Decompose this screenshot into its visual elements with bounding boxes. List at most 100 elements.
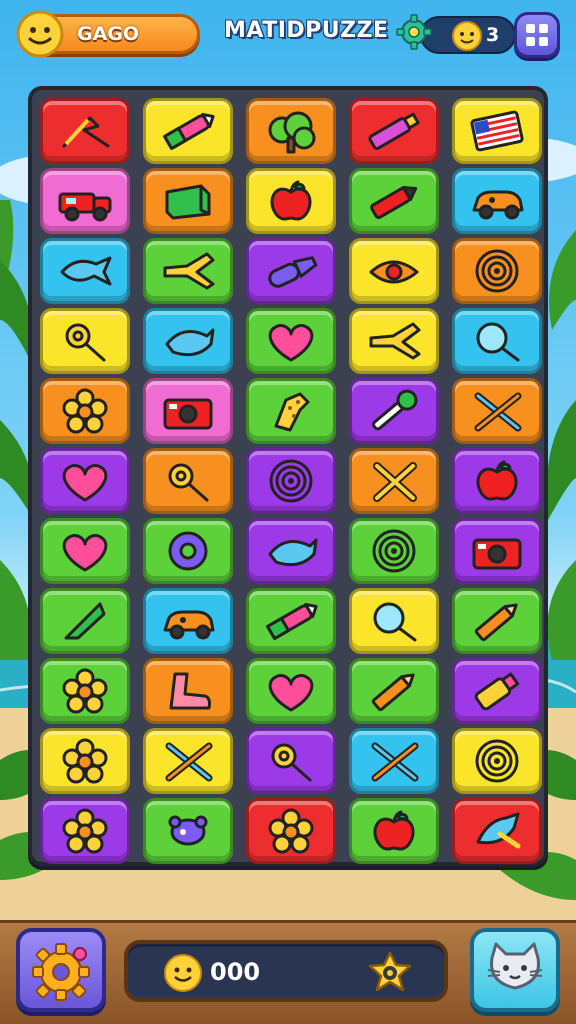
tile-r8-c2[interactable] [143,588,233,654]
lollipop-icon [271,743,312,782]
game-title: MATIDPUZZE [224,18,389,43]
tile-r7-c2[interactable] [143,518,233,584]
tile-r2-c4[interactable] [349,168,439,234]
tile-r4-c2[interactable] [143,308,233,374]
spiral-icon [475,249,519,293]
plane-icon [163,252,215,290]
cross-tools-icon [474,392,522,432]
tile-r2-c3[interactable] [246,168,336,234]
star-badge-icon[interactable] [366,950,414,996]
menu-button[interactable] [514,12,560,58]
tile-r3-c2[interactable] [143,238,233,304]
tree-icon [268,111,316,154]
score-panel: 000 [124,940,448,1002]
tile-r1-c1[interactable] [40,98,130,164]
tile-r10-c4[interactable] [349,728,439,794]
tile-r1-c4[interactable] [349,98,439,164]
coin-face-icon [452,21,482,51]
tile-r1-c3[interactable] [246,98,336,164]
tile-r6-c1[interactable] [40,448,130,514]
apple-icon [373,810,415,851]
tile-r6-c2[interactable] [143,448,233,514]
tile-r10-c1[interactable] [40,728,130,794]
tile-r10-c3[interactable] [246,728,336,794]
paintbrush-icon [372,389,418,431]
player-profile[interactable]: GAGO [16,10,200,58]
tile-r6-c4[interactable] [349,448,439,514]
pencil-icon [371,673,415,712]
tile-r4-c5[interactable] [452,308,542,374]
glue-icon [474,672,520,711]
cross-tools-icon [371,742,419,782]
tile-r2-c5[interactable] [452,168,542,234]
gear-icon[interactable] [396,14,432,50]
tile-r8-c4[interactable] [349,588,439,654]
tile-r5-c2[interactable] [143,378,233,444]
tile-r9-c2[interactable] [143,658,233,724]
cat-button[interactable] [470,928,560,1012]
tile-r7-c4[interactable] [349,518,439,584]
tile-r9-c5[interactable] [452,658,542,724]
score-value: 000 [210,958,261,986]
tile-r11-c3[interactable] [246,798,336,864]
magnifier-icon [373,602,417,642]
tile-r5-c3[interactable] [246,378,336,444]
flower-icon [62,668,108,714]
tile-r9-c4[interactable] [349,658,439,724]
boomerang-icon [62,116,110,148]
tile-r11-c2[interactable] [143,798,233,864]
fish-icon [60,256,112,286]
tile-r9-c1[interactable] [40,658,130,724]
flag-book-icon [470,110,524,152]
tile-r6-c3[interactable] [246,448,336,514]
flower-icon [62,738,108,784]
tile-r1-c2[interactable] [143,98,233,164]
camera-icon [472,538,522,570]
tile-r7-c3[interactable] [246,518,336,584]
tile-r2-c2[interactable] [143,168,233,234]
tile-r1-c5[interactable] [452,98,542,164]
tile-r8-c5[interactable] [452,588,542,654]
tile-r6-c5[interactable] [452,448,542,514]
smiley-face-icon [164,954,202,992]
flower-icon [62,388,108,434]
apple-icon [476,460,518,501]
tile-r3-c3[interactable] [246,238,336,304]
tile-r3-c5[interactable] [452,238,542,304]
marker-icon [368,112,420,150]
tile-r11-c5[interactable] [452,798,542,864]
pencil-icon [474,603,518,642]
grid-menu-icon [526,24,548,46]
tile-r3-c4[interactable] [349,238,439,304]
tile-r10-c5[interactable] [452,728,542,794]
spiral-icon [269,459,313,503]
settings-button[interactable] [16,928,106,1012]
tile-r7-c1[interactable] [40,518,130,584]
coin-counter: 3 [420,16,516,54]
tile-r8-c3[interactable] [246,588,336,654]
tile-r5-c1[interactable] [40,378,130,444]
tile-r3-c1[interactable] [40,238,130,304]
tile-r7-c5[interactable] [452,518,542,584]
truck-icon [58,192,112,222]
lollipop-icon [65,323,106,362]
tile-grid [40,98,542,864]
apple-icon [270,180,312,221]
tile-r5-c4[interactable] [349,378,439,444]
tile-r4-c3[interactable] [246,308,336,374]
tile-r4-c4[interactable] [349,308,439,374]
car-icon [472,190,524,220]
lollipop-icon [168,463,209,502]
game-board [28,86,548,866]
tile-r9-c3[interactable] [246,658,336,724]
tile-r10-c2[interactable] [143,728,233,794]
crayon-icon [163,112,215,151]
tile-r11-c4[interactable] [349,798,439,864]
tile-r11-c1[interactable] [40,798,130,864]
coin-count: 3 [486,24,500,46]
tile-r8-c1[interactable] [40,588,130,654]
tile-r4-c1[interactable] [40,308,130,374]
top-bar: GAGO MATIDPUZZE 3 [0,0,576,70]
tile-r5-c5[interactable] [452,378,542,444]
tile-r2-c1[interactable] [40,168,130,234]
